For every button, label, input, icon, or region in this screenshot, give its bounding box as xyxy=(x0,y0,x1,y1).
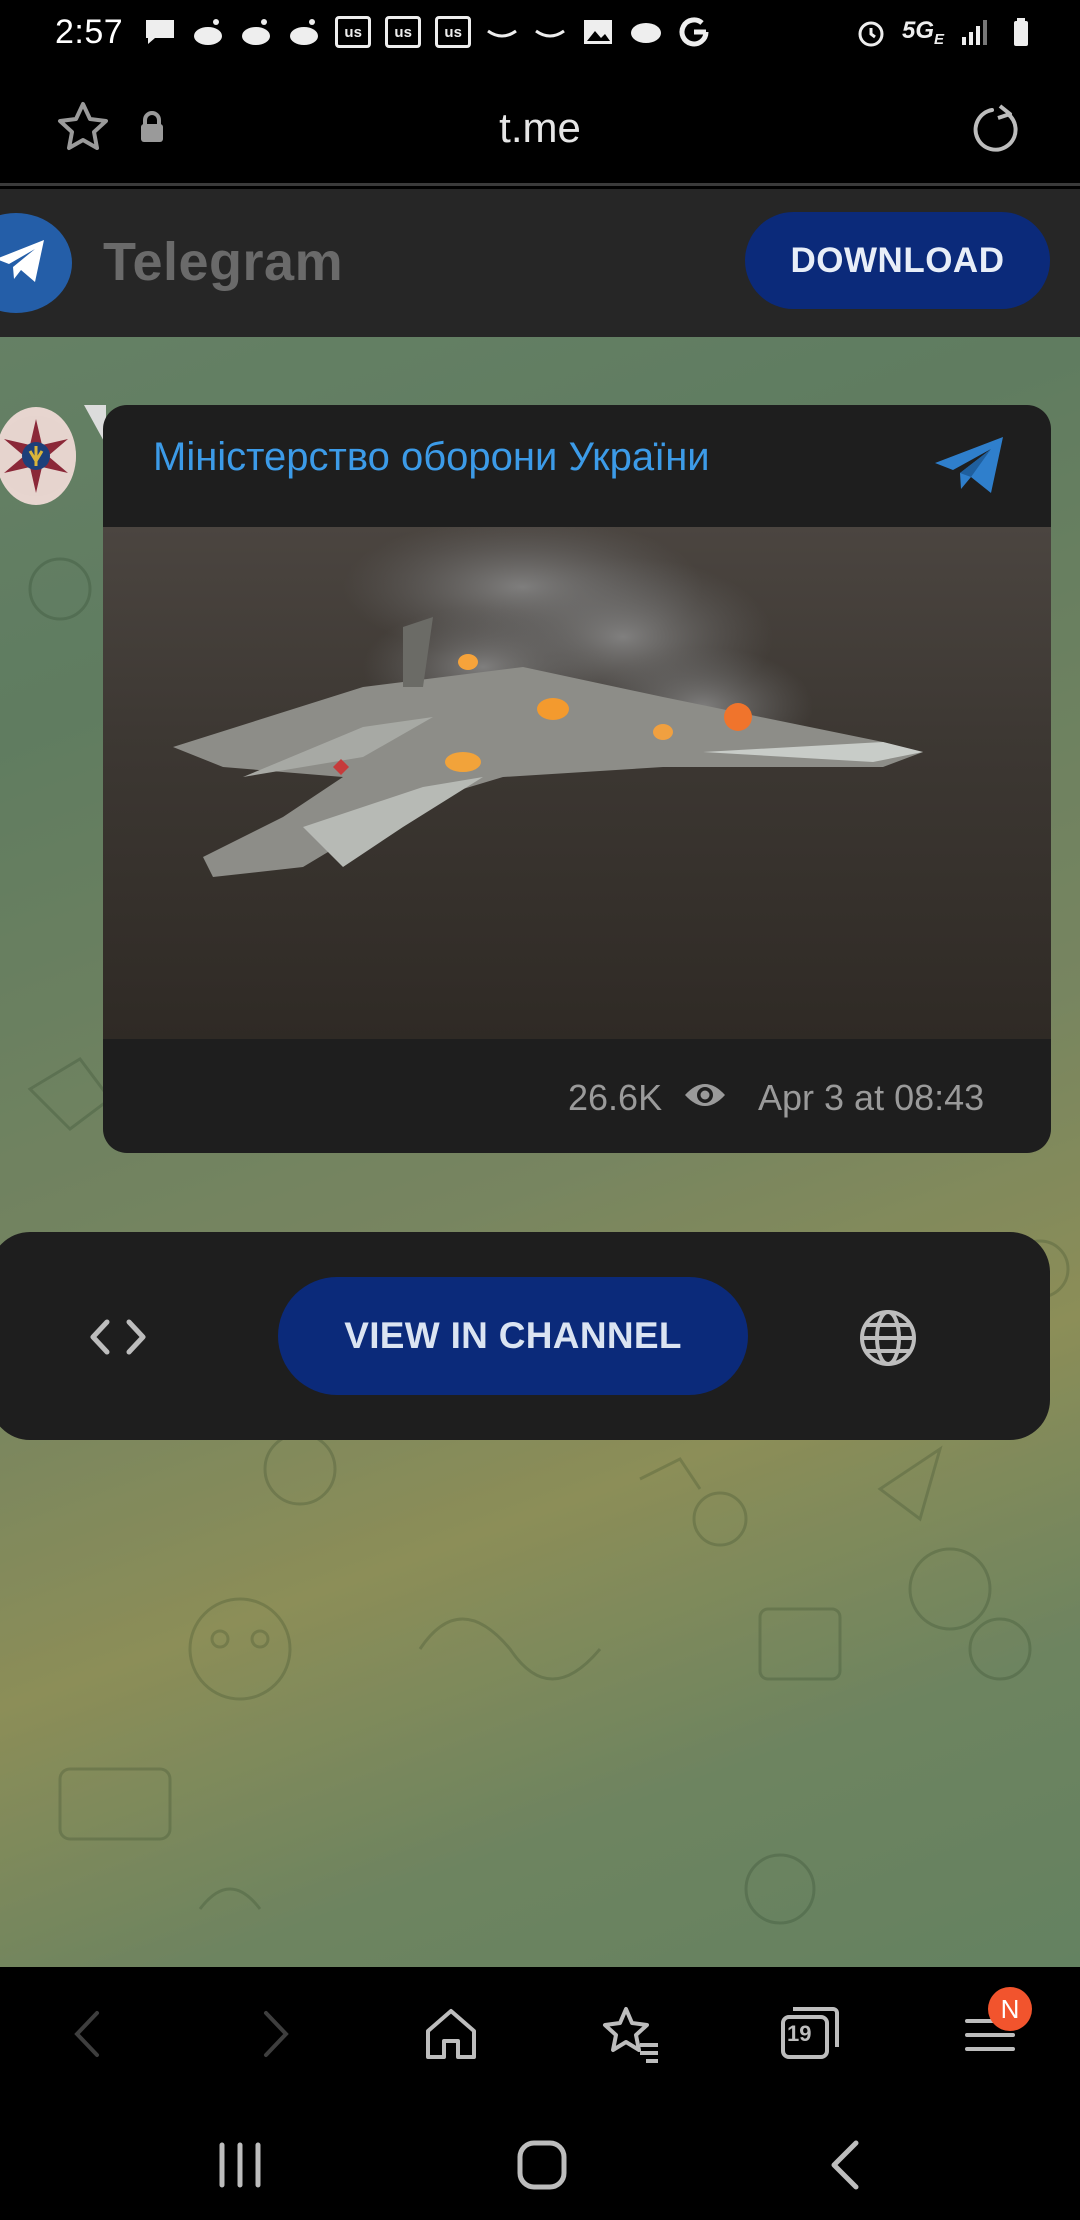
system-navigation-bar xyxy=(0,2097,1080,2220)
embed-code-icon[interactable] xyxy=(87,1312,149,1362)
home-button-icon[interactable] xyxy=(512,2135,572,2195)
url-text[interactable]: t.me xyxy=(0,104,1080,152)
message-actions: VIEW IN CHANNEL xyxy=(0,1232,1050,1440)
network-type: 5GE xyxy=(901,16,944,48)
back-icon[interactable] xyxy=(55,1999,125,2069)
telegram-header: Telegram DOWNLOAD xyxy=(0,189,1080,337)
news-badge-icon: us xyxy=(385,16,422,48)
globe-icon[interactable] xyxy=(858,1308,918,1368)
status-time: 2:57 xyxy=(55,12,124,51)
notification-badge: N xyxy=(988,1987,1032,2031)
message-date: Apr 3 at 08:43 xyxy=(758,1077,985,1118)
reddit-icon xyxy=(239,17,273,47)
bookmarks-icon[interactable] xyxy=(596,1999,666,2069)
reddit-icon xyxy=(191,17,225,47)
telegram-brand: Telegram xyxy=(103,232,344,292)
system-back-icon[interactable] xyxy=(816,2135,876,2195)
forward-icon[interactable] xyxy=(238,1999,308,2069)
message-icon xyxy=(143,17,177,47)
image-icon xyxy=(581,17,615,47)
view-in-channel-button[interactable]: VIEW IN CHANNEL xyxy=(278,1277,748,1395)
browser-address-bar: t.me xyxy=(0,64,1080,186)
tabs-count: 19 xyxy=(787,2021,812,2046)
status-bar: 2:57 us us us 5GE xyxy=(0,0,1080,64)
notification-icons: us us us xyxy=(143,16,711,48)
cloud-icon xyxy=(629,17,663,47)
tabs-icon[interactable]: 19 xyxy=(775,1999,845,2069)
message-photo[interactable] xyxy=(103,517,1051,1039)
telegram-logo-icon[interactable] xyxy=(0,213,72,313)
message-footer: 26.6K Apr 3 at 08:43 xyxy=(103,1039,1051,1153)
battery-icon xyxy=(1006,17,1040,47)
amazon-icon xyxy=(533,17,567,47)
reload-icon[interactable] xyxy=(968,102,1024,158)
view-count: 26.6K xyxy=(568,1077,663,1118)
news-badge-icon: us xyxy=(435,16,472,48)
web-page: Telegram DOWNLOAD Міністерство оборони У… xyxy=(0,189,1080,1967)
signal-icon xyxy=(958,17,992,47)
telegram-plane-icon xyxy=(933,435,1007,497)
reddit-icon xyxy=(287,17,321,47)
google-icon xyxy=(677,17,711,47)
recent-apps-icon[interactable] xyxy=(210,2135,270,2195)
browser-toolbar: 19 N xyxy=(0,1967,1080,2097)
status-indicators: 5GE xyxy=(854,16,1040,48)
message-card: Міністерство оборони України 26.6K Apr 3… xyxy=(103,405,1051,1153)
amazon-icon xyxy=(485,17,519,47)
home-icon[interactable] xyxy=(416,1999,486,2069)
channel-name[interactable]: Міністерство оборони України xyxy=(153,435,710,480)
download-button[interactable]: DOWNLOAD xyxy=(745,212,1050,309)
news-badge-icon: us xyxy=(335,16,372,48)
alarm-icon xyxy=(854,17,888,47)
eye-icon xyxy=(683,1079,727,1111)
